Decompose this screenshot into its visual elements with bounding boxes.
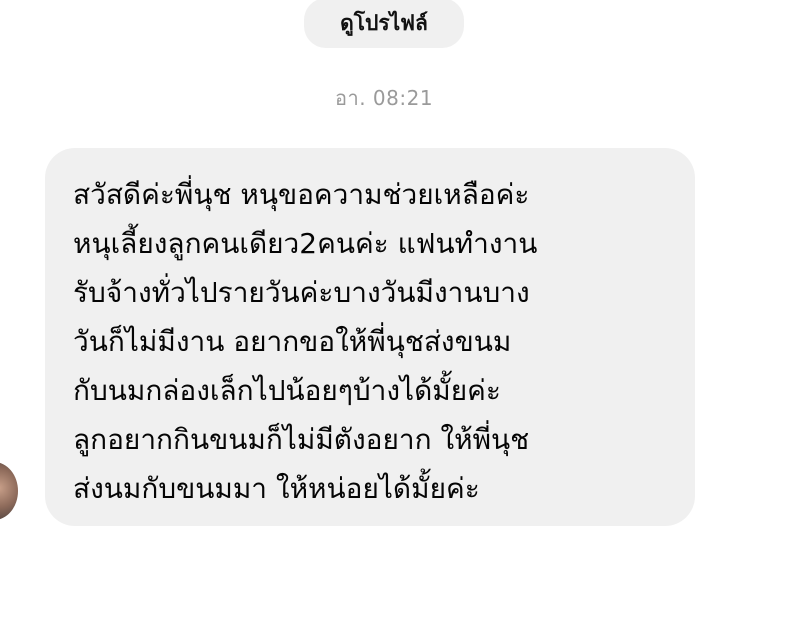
message-line: ส่งนมกับขนมมา ให้หน่อยได้มั้ยค่ะ [73,472,480,505]
sender-avatar[interactable] [0,462,18,520]
message-timestamp: อา. 08:21 [334,86,434,110]
message-line: วันก็ไม่มีงาน อยากขอให้พี่นุชส่งขนม [73,325,512,358]
message-line: รับจ้างทั่วไปรายวันค่ะบางวันมีงานบาง [73,276,530,309]
message-line: สวัสดีค่ะพี่นุช หนุขอความช่วยเหลือค่ะ [73,178,530,211]
view-profile-button[interactable]: ดูโปรไฟล์ [304,0,464,48]
message-bubble[interactable]: สวัสดีค่ะพี่นุช หนุขอความช่วยเหลือค่ะ หน… [45,148,695,526]
message-line: กับนมกล่องเล็กไปน้อยๆบ้างได้มั้ยค่ะ [73,374,501,407]
message-line: ลูกอยากกินขนมก็ไม่มีตังอยาก ให้พี่นุช [73,423,530,456]
chat-conversation: ดูโปรไฟล์ อา. 08:21 สวัสดีค่ะพี่นุช หนุข… [0,0,790,635]
message-line: หนุเลี้ยงลูกคนเดียว2คนค่ะ แฟนทำงาน [73,227,538,260]
